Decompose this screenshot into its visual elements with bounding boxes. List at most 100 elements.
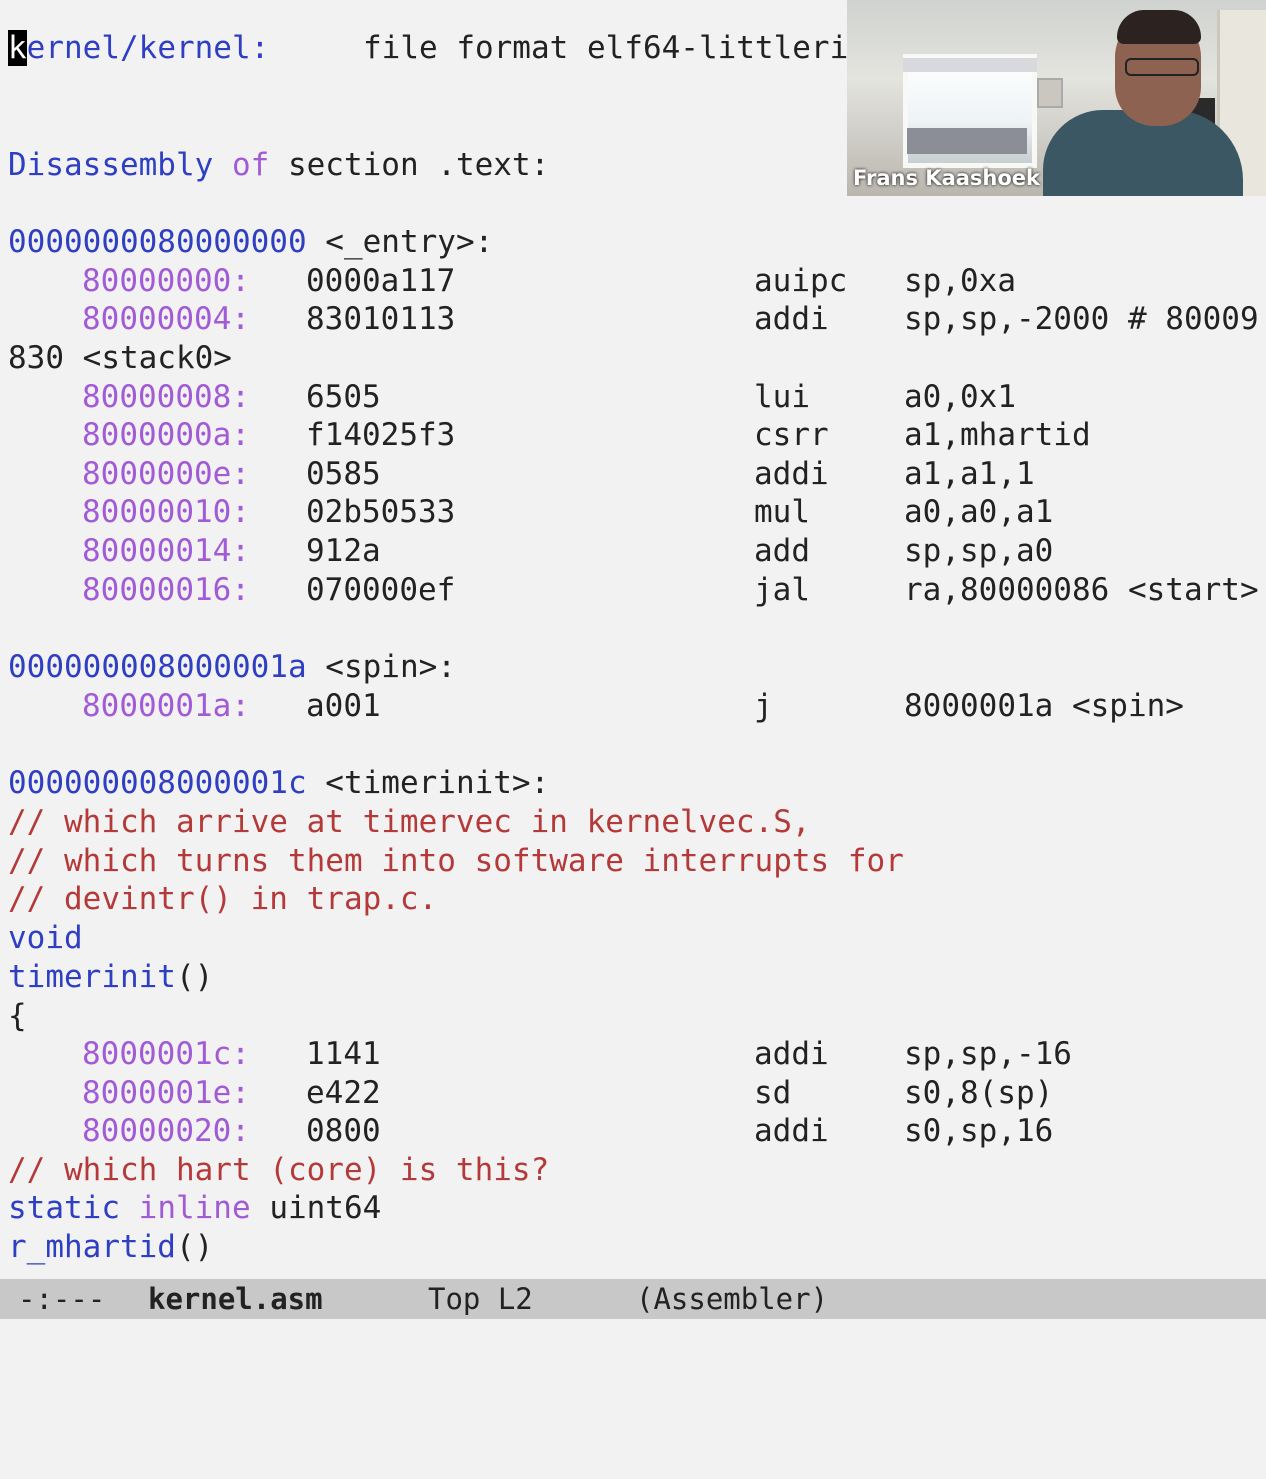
function-parens: () — [175, 1229, 214, 1265]
asm-address: 8000001e: — [82, 1075, 250, 1111]
asm-operands: sp,sp,a0 — [904, 533, 1054, 569]
mode-line: -:--- kernel.asm Top L2 (Assembler) — [0, 1279, 1266, 1319]
keyword-disassembly: Disassembly — [8, 147, 214, 183]
buffer-name[interactable]: kernel.asm — [148, 1279, 323, 1319]
asm-line: 8000000a: f14025f3 csrr a1,mhartid — [0, 416, 1266, 454]
asm-opcode: j — [754, 688, 773, 724]
symbol-address: 0000000080000000 — [8, 224, 307, 260]
asm-opcode: addi — [754, 456, 829, 492]
asm-operands: 8000001a <spin> — [904, 688, 1184, 724]
asm-operands: sp,sp,-2000 # 80009 — [904, 301, 1259, 337]
asm-hex: f14025f3 — [306, 417, 456, 453]
source-decl-line: static inline uint64 — [8, 1189, 381, 1227]
asm-opcode: add — [754, 533, 810, 569]
background-shelf — [907, 128, 1027, 154]
background-picture-frame — [1037, 78, 1063, 108]
function-parens: () — [175, 959, 214, 995]
asm-address: 80000020: — [82, 1113, 250, 1149]
asm-hex: a001 — [306, 688, 381, 724]
asm-hex: 070000ef — [306, 572, 456, 608]
text-cursor: k — [8, 30, 27, 66]
wrapped-text: 830 <stack0> — [8, 340, 232, 376]
function-name: timerinit — [8, 959, 176, 995]
asm-address: 80000008: — [82, 379, 250, 415]
asm-line: 80000008: 6505 lui a0,0x1 — [0, 378, 1266, 416]
asm-address: 8000000a: — [82, 417, 250, 453]
asm-operands: a1,a1,1 — [904, 456, 1035, 492]
participant-glasses — [1125, 58, 1199, 76]
source-function-decl: timerinit() — [8, 958, 213, 996]
asm-opcode: addi — [754, 1036, 829, 1072]
asm-line: 8000001c: 1141 addi sp,sp,-16 — [0, 1035, 1266, 1073]
symbol-address: 000000008000001c — [8, 765, 307, 801]
file-header-line: kernel/kernel: file format elf64-littleri — [8, 29, 848, 67]
symbol-label: <spin>: — [325, 649, 456, 685]
asm-operands: a0,a0,a1 — [904, 494, 1054, 530]
asm-opcode: addi — [754, 1113, 829, 1149]
asm-operands: s0,8(sp) — [904, 1075, 1054, 1111]
file-format: file format elf64-littleri — [363, 30, 849, 66]
disassembly-header: Disassembly of section .text: — [8, 146, 549, 184]
source-comment: // which hart (core) is this? — [8, 1152, 550, 1188]
asm-address: 80000000: — [82, 263, 250, 299]
asm-line: 80000004: 83010113 addi sp,sp,-2000 # 80009 — [0, 300, 1266, 338]
buffer-position: Top L2 — [428, 1282, 533, 1316]
asm-line: 80000014: 912a add sp,sp,a0 — [0, 532, 1266, 570]
wrapped-line: 830 <stack0> — [8, 339, 232, 377]
symbol-header-timerinit: 000000008000001c <timerinit>: — [8, 764, 549, 802]
source-open-brace: { — [8, 998, 27, 1034]
asm-opcode: auipc — [754, 263, 848, 299]
buffer-status: -:--- — [18, 1282, 106, 1316]
asm-hex: 912a — [306, 533, 381, 569]
minibuffer[interactable] — [0, 1319, 1266, 1340]
asm-opcode: csrr — [754, 417, 829, 453]
asm-operands: s0,sp,16 — [904, 1113, 1054, 1149]
asm-hex: 83010113 — [306, 301, 456, 337]
asm-opcode: mul — [754, 494, 810, 530]
asm-address: 8000001c: — [82, 1036, 250, 1072]
source-function-decl: r_mhartid() — [8, 1228, 213, 1266]
asm-line: 8000000e: 0585 addi a1,a1,1 — [0, 455, 1266, 493]
symbol-header-entry: 0000000080000000 <_entry>: — [8, 223, 493, 261]
asm-address: 80000016: — [82, 572, 250, 608]
video-participant-tile[interactable]: Frans Kaashoek — [847, 0, 1266, 196]
asm-address: 80000010: — [82, 494, 250, 530]
function-name: r_mhartid — [8, 1229, 176, 1265]
keyword-inline: inline — [138, 1190, 251, 1226]
asm-hex: 0800 — [306, 1113, 381, 1149]
source-return-type: void — [8, 920, 83, 956]
asm-opcode: addi — [754, 301, 829, 337]
asm-hex: 02b50533 — [306, 494, 456, 530]
asm-line: 8000001e: e422 sd s0,8(sp) — [0, 1074, 1266, 1112]
major-mode[interactable]: (Assembler) — [636, 1279, 828, 1319]
asm-line: 80000010: 02b50533 mul a0,a0,a1 — [0, 493, 1266, 531]
asm-address: 80000014: — [82, 533, 250, 569]
participant-hair — [1117, 10, 1201, 44]
symbol-header-spin: 000000008000001a <spin>: — [8, 648, 456, 686]
asm-opcode: sd — [754, 1075, 792, 1111]
file-path: ernel/kernel: — [26, 30, 270, 66]
asm-line: 80000016: 070000ef jal ra,80000086 <start> — [0, 571, 1266, 609]
asm-address: 8000000e: — [82, 456, 250, 492]
asm-opcode: lui — [754, 379, 810, 415]
asm-address: 8000001a: — [82, 688, 250, 724]
asm-hex: 1141 — [306, 1036, 381, 1072]
symbol-label: <_entry>: — [325, 224, 494, 260]
asm-operands: a0,0x1 — [904, 379, 1016, 415]
source-comment: // which arrive at timervec in kernelvec… — [8, 804, 811, 840]
asm-operands: a1,mhartid — [904, 417, 1091, 453]
asm-hex: 6505 — [306, 379, 381, 415]
asm-hex: 0000a117 — [306, 263, 456, 299]
source-comment: // which turns them into software interr… — [8, 843, 904, 879]
background-blind — [903, 58, 1037, 72]
symbol-label: <timerinit>: — [325, 765, 550, 801]
asm-operands: sp,sp,-16 — [904, 1036, 1072, 1072]
keyword-of: of — [231, 147, 270, 183]
type-name: uint64 — [269, 1190, 382, 1226]
symbol-address: 000000008000001a — [8, 649, 307, 685]
source-comment: // devintr() in trap.c. — [8, 881, 438, 917]
asm-line: 80000000: 0000a117 auipc sp,0xa — [0, 262, 1266, 300]
asm-hex: 0585 — [306, 456, 381, 492]
asm-opcode: jal — [754, 572, 810, 608]
asm-operands: ra,80000086 <start> — [904, 572, 1259, 608]
